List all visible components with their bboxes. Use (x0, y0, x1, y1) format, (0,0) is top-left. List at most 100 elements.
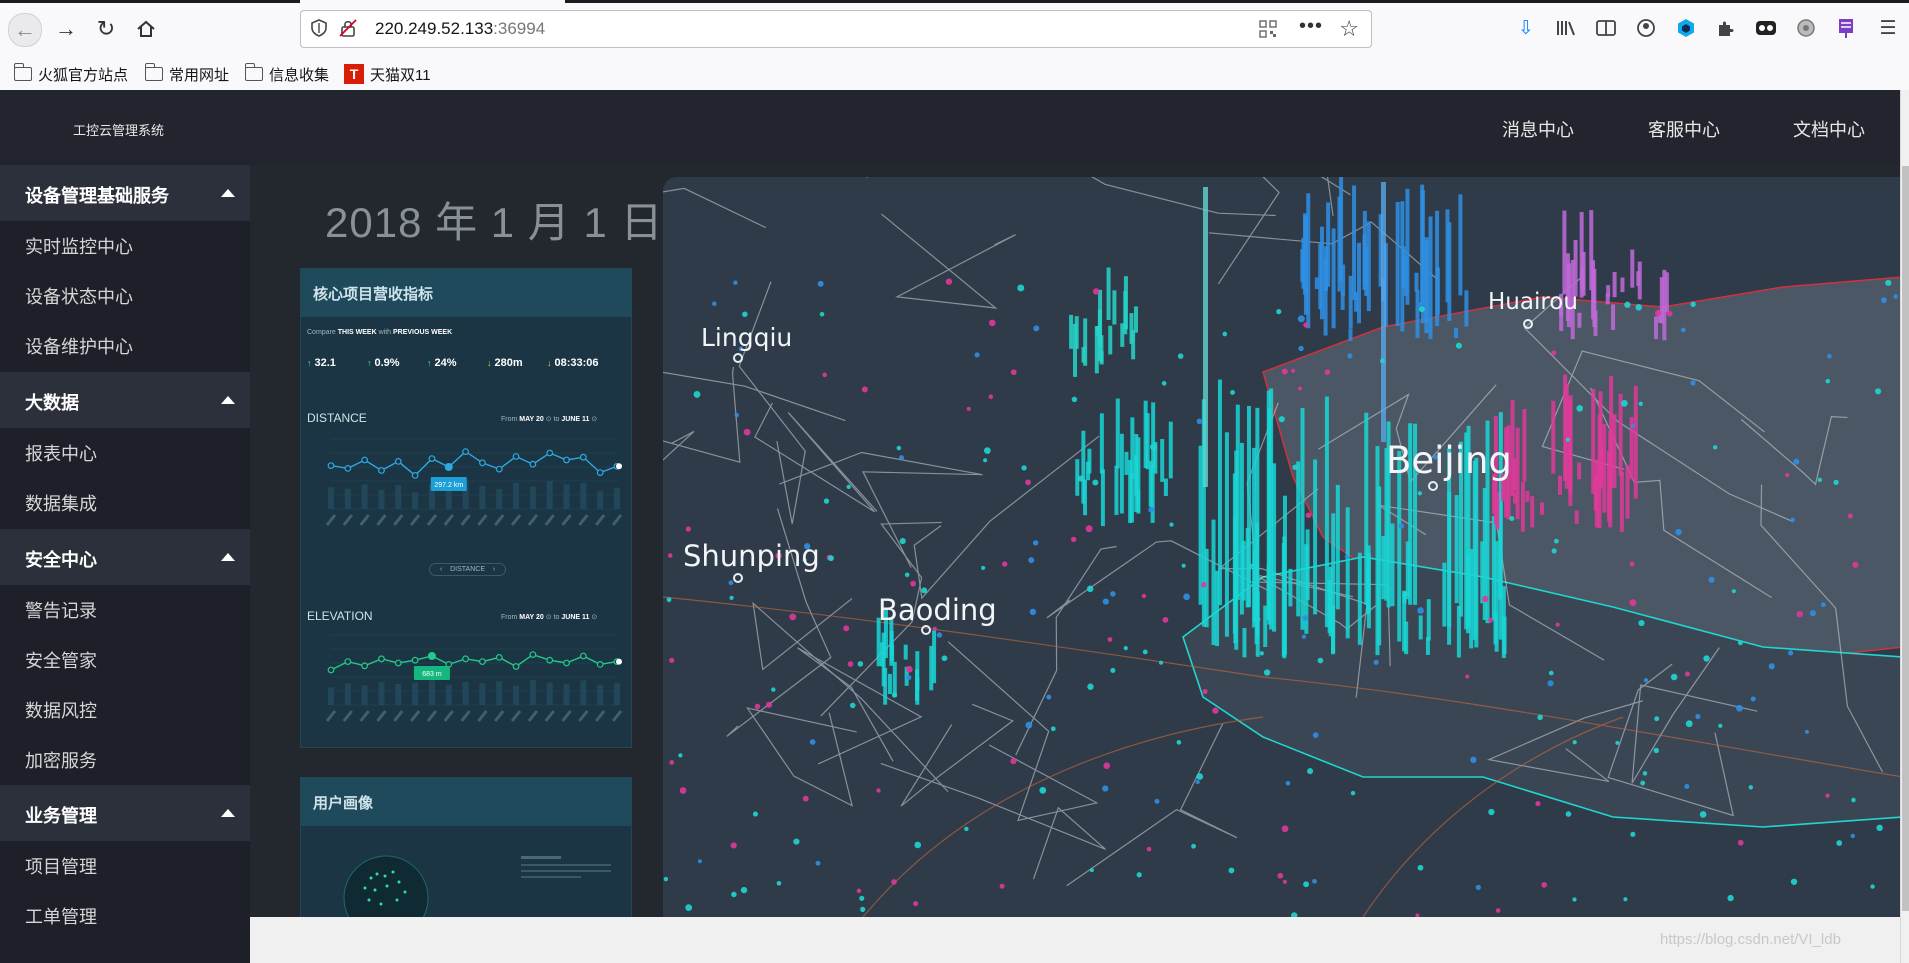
mask-extension-icon[interactable] (1752, 14, 1780, 42)
bookmark-item[interactable]: T 天猫双11 (344, 63, 431, 85)
qr-code-icon[interactable] (1259, 20, 1277, 38)
sidebar-group-big-data[interactable]: 大数据 (0, 372, 250, 428)
bookmark-star-icon[interactable]: ☆ (1339, 16, 1359, 42)
home-icon[interactable] (130, 13, 162, 45)
map-dot (1373, 659, 1379, 665)
download-icon[interactable]: ⇩ (1512, 14, 1540, 42)
map-dot (1809, 610, 1816, 617)
tick-label (460, 710, 471, 722)
sidebar-item-alert-records[interactable]: 警告记录 (25, 597, 97, 623)
sidebar-item-device-maintenance[interactable]: 设备维护中心 (25, 333, 133, 359)
caret-up-icon (221, 809, 235, 817)
tick-label (443, 514, 454, 526)
map-dot (828, 555, 834, 562)
map-dot (1817, 477, 1822, 483)
map-bar (1352, 185, 1357, 300)
map-dot (815, 860, 821, 866)
map-bar (1114, 465, 1119, 515)
address-bar[interactable]: 220.249.52.133:36994 ••• ☆ (300, 10, 1372, 48)
sidebar-item-data-integration[interactable]: 数据集成 (25, 490, 97, 516)
map-dot (1850, 833, 1856, 839)
data-point (546, 656, 554, 664)
page-scrollbar[interactable] (1900, 90, 1909, 963)
map-dot (1670, 673, 1678, 681)
map-dot (1620, 400, 1628, 407)
map-bar (1160, 439, 1165, 482)
map-city-label: Baoding (878, 593, 997, 627)
extensions-puzzle-icon[interactable] (1712, 14, 1740, 42)
tracking-shield-icon[interactable] (311, 19, 327, 37)
map-dot (1547, 680, 1554, 687)
tick-label (527, 710, 539, 722)
tick-label (393, 514, 404, 526)
map-dot (1874, 388, 1882, 395)
bookmark-item[interactable]: 信息收集 (244, 63, 329, 85)
bookmark-label: 常用网址 (169, 66, 230, 84)
sidebar-item-reports[interactable]: 报表中心 (25, 440, 97, 466)
map-dot (1727, 894, 1734, 902)
sidebar-item-work-orders[interactable]: 工单管理 (25, 903, 97, 929)
map-dot (1228, 867, 1235, 874)
map-dot (752, 811, 759, 817)
city-3d-map[interactable]: Lingqiu Huairou Beijing Shunping Baoding (663, 177, 1900, 917)
back-icon[interactable]: ← (8, 13, 42, 47)
sidebar-item-projects[interactable]: 项目管理 (25, 853, 97, 879)
data-point (546, 449, 554, 457)
map-dot (771, 687, 776, 692)
account-icon[interactable] (1632, 14, 1660, 42)
data-point (394, 458, 402, 465)
url-text[interactable]: 220.249.52.133:36994 (375, 19, 545, 39)
map-dot (1025, 721, 1033, 729)
library-icon[interactable] (1552, 14, 1580, 42)
gear-extension-icon[interactable] (1792, 14, 1820, 42)
reload-icon[interactable]: ↻ (90, 13, 122, 45)
map-bar (1551, 400, 1556, 474)
extension-cube-icon[interactable] (1672, 14, 1700, 42)
map-dot (941, 655, 948, 662)
bookmark-item[interactable]: 常用网址 (144, 63, 230, 85)
map-dot (1642, 771, 1648, 776)
map-dot (1212, 707, 1219, 714)
map-dot (819, 311, 825, 317)
sidebar-group-security[interactable]: 安全中心 (0, 529, 250, 585)
main-menu-icon[interactable]: ☰ (1874, 14, 1902, 42)
scrollbar-thumb[interactable] (1902, 166, 1909, 911)
sidebar-item-encryption[interactable]: 加密服务 (25, 747, 97, 773)
sidebar-item-data-risk-control[interactable]: 数据风控 (25, 697, 97, 723)
data-point (479, 658, 486, 665)
map-dot (859, 895, 865, 901)
map-dot (899, 455, 905, 461)
map-bar (1134, 454, 1139, 512)
map-dot (896, 445, 902, 451)
sidebar-item-security-butler[interactable]: 安全管家 (25, 647, 97, 673)
header-link-docs[interactable]: 文档中心 (1793, 116, 1865, 142)
purple-extension-icon[interactable] (1832, 14, 1860, 42)
sidebar-item-device-status[interactable]: 设备状态中心 (25, 283, 133, 309)
map-dot (1695, 714, 1701, 720)
map-dot (734, 412, 739, 418)
sidebar-group-device-management[interactable]: 设备管理基础服务 (0, 165, 250, 221)
arrow-up-icon: ↑ (427, 358, 432, 368)
insecure-lock-icon[interactable] (339, 19, 357, 37)
header-link-support[interactable]: 客服中心 (1648, 116, 1720, 142)
arrow-up-icon: ↑ (307, 358, 312, 368)
sidebar-group-business[interactable]: 业务管理 (0, 785, 250, 841)
page-actions-icon[interactable]: ••• (1299, 15, 1323, 38)
map-dot (860, 906, 866, 912)
distance-pager[interactable]: ‹ DISTANCE › (429, 563, 507, 576)
active-tab-indicator (300, 0, 565, 3)
map-dot (1202, 689, 1208, 695)
map-dot (1297, 315, 1305, 323)
sidebar-item-realtime-monitoring[interactable]: 实时监控中心 (25, 233, 133, 259)
forward-icon[interactable]: → (50, 13, 82, 45)
map-bar (1593, 475, 1598, 511)
header-link-messages[interactable]: 消息中心 (1502, 116, 1574, 142)
map-dot (1150, 443, 1157, 451)
bookmark-item[interactable]: 火狐官方站点 (13, 63, 128, 85)
sidebar-toggle-icon[interactable] (1592, 14, 1620, 42)
map-dot (1680, 327, 1686, 333)
map-bar (880, 642, 885, 667)
map-dot (1852, 561, 1859, 568)
map-bar (1069, 314, 1074, 349)
map-bar (914, 669, 919, 701)
